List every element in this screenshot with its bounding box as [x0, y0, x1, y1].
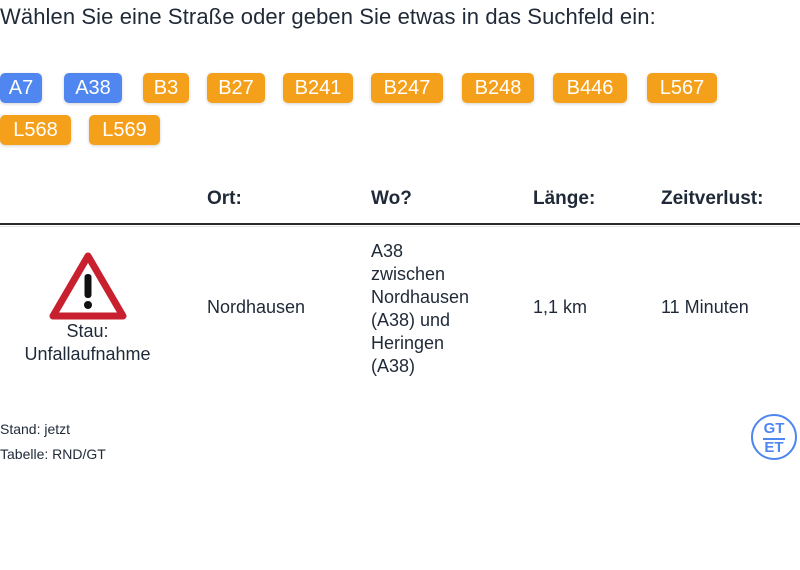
- logo-line1: GT: [763, 420, 785, 437]
- road-chip-a7[interactable]: A7: [0, 73, 42, 103]
- cell-wo-line: zwischen: [371, 264, 446, 284]
- cell-wo: A38 zwischen Nordhausen (A38) und Hering…: [371, 240, 469, 378]
- cell-zeitverlust: 11 Minuten: [661, 297, 749, 317]
- cell-wo-line: (A38) und: [371, 310, 451, 330]
- cell-wo-line: A38: [371, 241, 404, 261]
- cell-laenge: 1,1 km: [533, 297, 588, 317]
- road-chip-a38[interactable]: A38: [64, 73, 122, 103]
- logo-line2: ET: [764, 439, 784, 456]
- road-chip-b446[interactable]: B446: [553, 73, 627, 103]
- incident-type-line1: Stau:: [66, 321, 109, 341]
- road-chip-b27[interactable]: B27: [207, 73, 265, 103]
- source-text: Tabelle: RND/GT: [0, 446, 106, 462]
- road-chip-b241[interactable]: B241: [283, 73, 353, 103]
- road-chip-b247[interactable]: B247: [371, 73, 443, 103]
- cell-ort: Nordhausen: [207, 297, 306, 317]
- incident-type-cell: Stau: Unfallaufnahme: [0, 252, 175, 366]
- cell-wo-line: (A38): [371, 356, 416, 376]
- incident-type-line2: Unfallaufnahme: [24, 344, 151, 364]
- header-laenge: Länge:: [533, 188, 596, 209]
- warning-triangle-icon: [49, 252, 126, 320]
- gt-et-logo: GT ET: [751, 414, 797, 460]
- instruction-text: Wählen Sie eine Straße oder geben Sie et…: [0, 4, 656, 29]
- road-chip-l568[interactable]: L568: [0, 115, 71, 145]
- cell-wo-line: Heringen: [371, 333, 445, 353]
- header-divider-shadow: [0, 226, 800, 227]
- stand-text: Stand: jetzt: [0, 421, 71, 437]
- header-wo: Wo?: [371, 188, 412, 209]
- road-chip-l569[interactable]: L569: [89, 115, 160, 145]
- header-divider: [0, 223, 800, 225]
- road-chip-b3[interactable]: B3: [143, 73, 189, 103]
- header-ort: Ort:: [207, 188, 242, 209]
- cell-wo-line: Nordhausen: [371, 287, 470, 307]
- road-chip-b248[interactable]: B248: [462, 73, 534, 103]
- header-zeitverlust: Zeitverlust:: [661, 188, 764, 209]
- road-chip-l567[interactable]: L567: [647, 73, 717, 103]
